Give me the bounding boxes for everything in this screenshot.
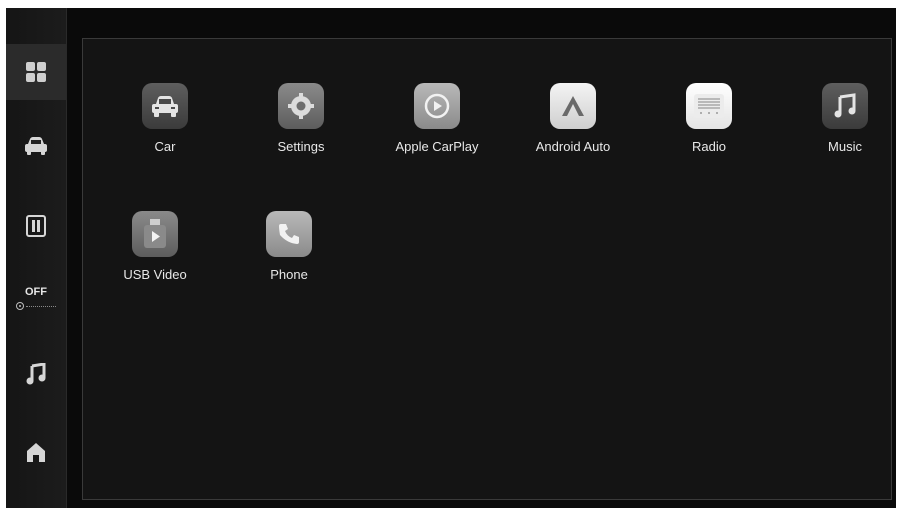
sidebar-item-music[interactable] bbox=[6, 354, 66, 394]
app-music[interactable]: Music bbox=[785, 83, 898, 154]
app-label: Phone bbox=[270, 267, 308, 282]
car-icon bbox=[142, 83, 188, 129]
car-icon bbox=[25, 137, 47, 155]
android-auto-icon bbox=[550, 83, 596, 129]
app-usb-video[interactable]: USB Video bbox=[95, 211, 215, 282]
app-grid: Car Settings Apple CarPlay Android Auto … bbox=[82, 38, 892, 500]
climate-control[interactable]: OFF bbox=[6, 286, 66, 310]
sidebar-item-split-screen[interactable] bbox=[6, 206, 66, 246]
app-label: Android Auto bbox=[535, 139, 611, 154]
home-icon bbox=[27, 443, 45, 462]
app-car[interactable]: Car bbox=[105, 83, 225, 154]
radio-icon bbox=[686, 83, 732, 129]
split-screen-icon bbox=[26, 215, 46, 237]
app-radio[interactable]: Radio bbox=[649, 83, 769, 154]
music-note-icon bbox=[822, 83, 868, 129]
app-phone[interactable]: Phone bbox=[229, 211, 349, 282]
app-label: Settings bbox=[277, 139, 325, 154]
music-note-icon bbox=[26, 363, 46, 385]
app-label: Radio bbox=[692, 139, 726, 154]
climate-status: OFF bbox=[25, 286, 47, 298]
app-label: Car bbox=[154, 139, 176, 154]
head-unit-screen: OFF Car Settings Apple CarPlay Android A… bbox=[6, 8, 896, 508]
sidebar-item-home[interactable] bbox=[6, 432, 66, 472]
app-label: Music bbox=[828, 139, 862, 154]
sidebar: OFF bbox=[6, 8, 67, 508]
fan-icon bbox=[16, 302, 24, 310]
sidebar-item-apps[interactable] bbox=[6, 44, 66, 100]
fan-speed-indicator bbox=[26, 305, 56, 307]
app-settings[interactable]: Settings bbox=[241, 83, 361, 154]
usb-video-icon bbox=[132, 211, 178, 257]
phone-icon bbox=[266, 211, 312, 257]
grid-icon bbox=[26, 62, 46, 82]
app-label: USB Video bbox=[123, 267, 187, 282]
carplay-icon bbox=[414, 83, 460, 129]
sidebar-item-car[interactable] bbox=[6, 126, 66, 166]
gear-icon bbox=[278, 83, 324, 129]
app-android-auto[interactable]: Android Auto bbox=[513, 83, 633, 154]
app-apple-carplay[interactable]: Apple CarPlay bbox=[377, 83, 497, 154]
app-label: Apple CarPlay bbox=[395, 139, 479, 154]
